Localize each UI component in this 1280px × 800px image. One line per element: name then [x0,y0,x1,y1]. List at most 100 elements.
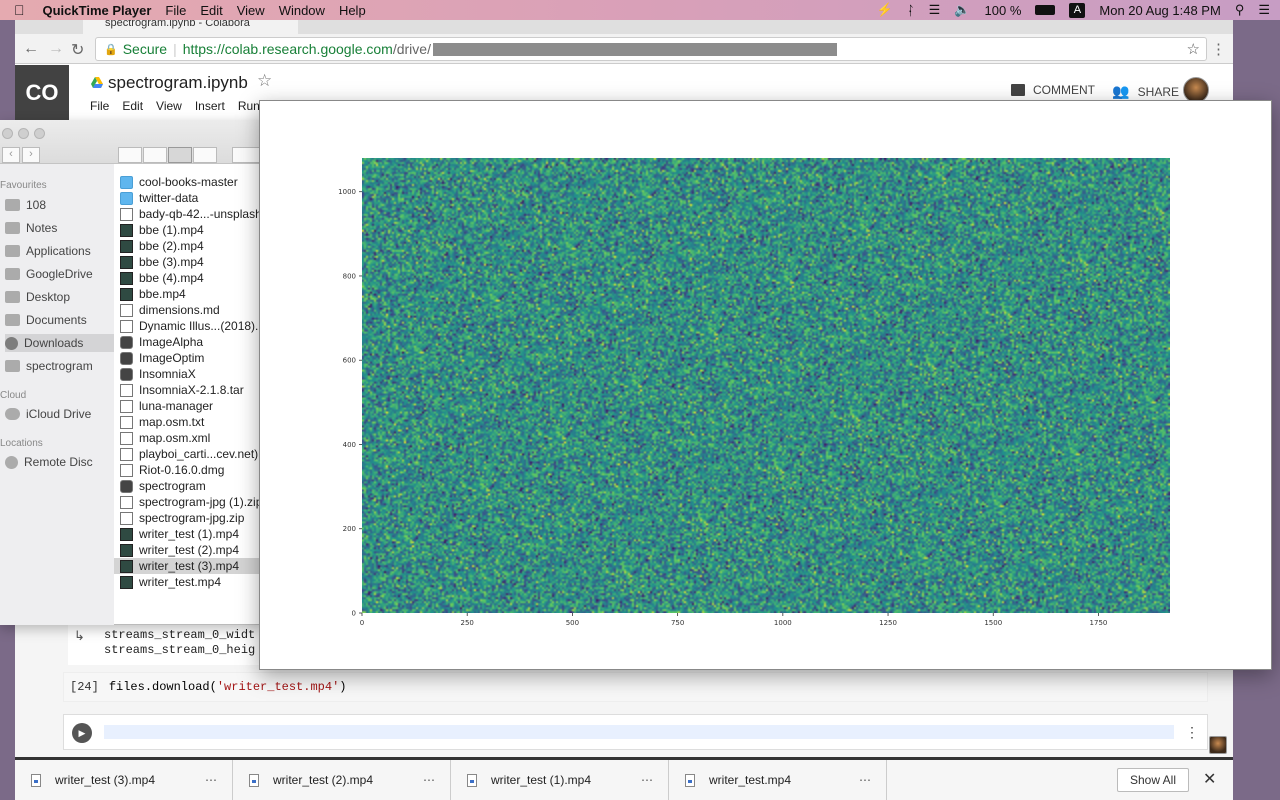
doc-icon [120,319,133,333]
file-row[interactable]: InsomniaX [114,366,262,382]
sidebar-item-remote-disc[interactable]: Remote Disc [5,453,114,471]
share-button[interactable]: 👥 SHARE [1112,83,1179,100]
spotlight-icon[interactable]: ⚲ [1235,2,1245,18]
file-row[interactable]: dimensions.md [114,302,262,318]
nb-menu-insert[interactable]: Insert [195,99,225,113]
tab-colab[interactable]: spectrogram.ipynb - Colabora [83,20,298,34]
file-row[interactable]: twitter-data [114,190,262,206]
url-field[interactable]: 🔒 Secure | https://colab.research.google… [95,37,1207,61]
notification-center-icon[interactable]: ☰ [1258,2,1270,18]
file-row[interactable]: map.osm.xml [114,430,262,446]
icon-view-icon[interactable] [118,147,142,163]
file-row[interactable]: bbe (1).mp4 [114,222,262,238]
file-row[interactable]: writer_test (2).mp4 [114,542,262,558]
clock[interactable]: Mon 20 Aug 1:48 PM [1099,3,1220,18]
sidebar-item-108[interactable]: 108 [5,196,114,214]
file-icon [685,773,695,787]
download-more-icon[interactable]: ⋯ [641,773,654,787]
download-more-icon[interactable]: ⋯ [423,773,436,787]
bookmark-star-icon[interactable]: ☆ [1187,40,1200,58]
sidebar-item-icloud-drive[interactable]: iCloud Drive [5,405,114,423]
forward-icon[interactable]: › [22,147,40,163]
file-row[interactable]: bady-qb-42...-unsplash [114,206,262,222]
sidebar-item-documents[interactable]: Documents [5,311,114,329]
file-row[interactable]: playboi_carti...cev.net).m [114,446,262,462]
folder-icon [5,268,20,280]
group-icon[interactable] [232,147,262,163]
download-item[interactable]: writer_test.mp4 ⋯ [669,760,887,800]
file-row[interactable]: ImageAlpha [114,334,262,350]
app-name-menu[interactable]: QuickTime Player [43,3,152,18]
code-editor[interactable] [104,725,1174,739]
chrome-menu-icon[interactable]: ⋮ [1211,40,1226,58]
back-icon[interactable]: ← [23,40,39,58]
window-zoom-button[interactable] [34,128,45,139]
menu-edit[interactable]: Edit [200,3,222,18]
menu-help[interactable]: Help [339,3,366,18]
sidebar-item-spectrogram[interactable]: spectrogram [5,357,114,375]
back-icon[interactable]: ‹ [2,147,20,163]
menu-window[interactable]: Window [279,3,325,18]
file-row[interactable]: map.osm.txt [114,414,262,430]
volume-icon[interactable]: 🔈 [954,2,970,18]
file-row[interactable]: Riot-0.16.0.dmg [114,462,262,478]
sidebar-item-applications[interactable]: Applications [5,242,114,260]
file-row[interactable]: ImageOptim [114,350,262,366]
sidebar-item-downloads[interactable]: Downloads [5,334,114,352]
input-source-icon[interactable]: A [1069,2,1086,18]
sidebar-item-notes[interactable]: Notes [5,219,114,237]
colab-logo[interactable]: CO [15,65,69,120]
file-row[interactable]: cool-books-master [114,174,262,190]
file-row[interactable]: bbe.mp4 [114,286,262,302]
nb-menu-edit[interactable]: Edit [122,99,143,113]
file-row[interactable]: spectrogram [114,478,262,494]
close-icon[interactable]: ✕ [1203,769,1216,789]
figure-window: 0 250 500 750 1000 1250 1500 1750 0 200 400 600 800 1… [259,100,1272,670]
file-row[interactable]: Dynamic Illus...(2018).m [114,318,262,334]
run-cell-button[interactable]: ▶ [72,723,92,743]
file-name: bbe.mp4 [139,287,186,301]
gallery-view-icon[interactable] [193,147,217,163]
menu-view[interactable]: View [237,3,265,18]
forward-icon[interactable]: → [48,40,64,58]
download-item[interactable]: writer_test (1).mp4 ⋯ [451,760,669,800]
file-row[interactable]: spectrogram-jpg.zip [114,510,262,526]
star-icon[interactable]: ☆ [257,71,272,91]
reload-icon[interactable]: ↻ [71,40,84,60]
menu-file[interactable]: File [165,3,186,18]
file-row[interactable]: luna-manager [114,398,262,414]
download-item[interactable]: writer_test (3).mp4 ⋯ [15,760,233,800]
nb-menu-file[interactable]: File [90,99,109,113]
column-view-icon[interactable] [168,147,192,163]
download-more-icon[interactable]: ⋯ [205,773,218,787]
output-icon[interactable]: ↳ [74,628,85,644]
code-cell-24[interactable]: [24] files.download('writer_test.mp4') [63,672,1208,702]
comment-button[interactable]: COMMENT [1011,83,1095,97]
show-all-button[interactable]: Show All [1117,768,1189,792]
sidebar-item-desktop[interactable]: Desktop [5,288,114,306]
file-row[interactable]: bbe (2).mp4 [114,238,262,254]
nb-menu-view[interactable]: View [156,99,182,113]
download-item[interactable]: writer_test (2).mp4 ⋯ [233,760,451,800]
window-close-button[interactable] [2,128,13,139]
file-row[interactable]: writer_test (3).mp4 [114,558,262,574]
wifi-icon[interactable]: ☰ [929,2,941,18]
window-minimize-button[interactable] [18,128,29,139]
file-row[interactable]: spectrogram-jpg (1).zip [114,494,262,510]
battery-status[interactable]: 100 % [985,3,1022,18]
sidebar-item-googledrive[interactable]: GoogleDrive [5,265,114,283]
file-row[interactable]: InsomniaX-2.1.8.tar [114,382,262,398]
bolt-icon[interactable]: ⚡ [877,2,893,18]
apple-menu-icon[interactable]:  [14,2,25,18]
bluetooth-icon[interactable]: ᛛ [907,3,915,18]
people-icon: 👥 [1112,83,1130,99]
file-row[interactable]: writer_test.mp4 [114,574,262,590]
file-row[interactable]: writer_test (1).mp4 [114,526,262,542]
notebook-title[interactable]: spectrogram.ipynb [108,73,248,93]
file-row[interactable]: bbe (4).mp4 [114,270,262,286]
list-view-icon[interactable] [143,147,167,163]
empty-code-cell[interactable]: ▶ ⋮ [63,714,1208,750]
file-row[interactable]: bbe (3).mp4 [114,254,262,270]
download-more-icon[interactable]: ⋯ [859,773,872,787]
cell-menu-icon[interactable]: ⋮ [1185,724,1199,741]
